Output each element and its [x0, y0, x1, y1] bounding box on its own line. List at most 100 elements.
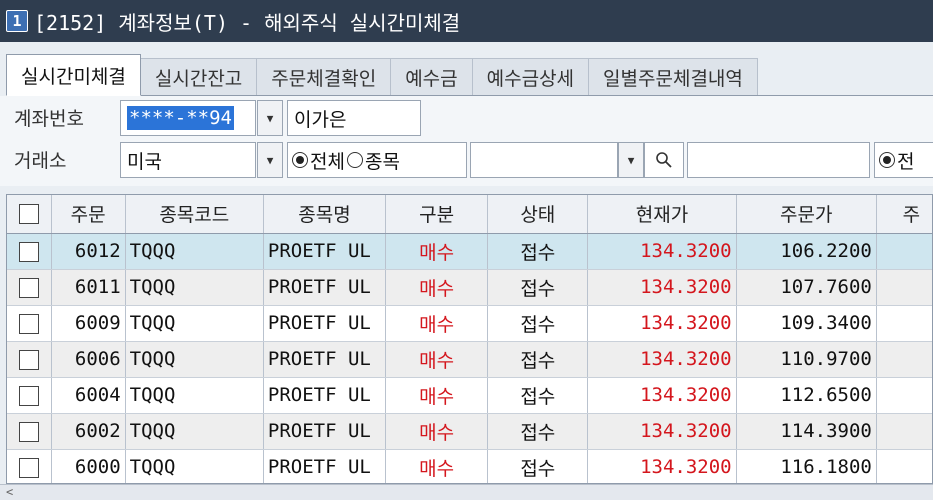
cell-order-price: 114.3900 [736, 413, 877, 450]
cell-order-no: 6009 [51, 305, 126, 342]
cell-more [876, 413, 932, 450]
cell-order-no: 6011 [51, 269, 126, 306]
radio-dot-checked [879, 152, 895, 168]
window-title: [2152] 계좌정보(T) - 해외주식 실시간미체결 [34, 10, 461, 35]
row-checkbox-cell [7, 377, 52, 414]
table-row[interactable]: 6011 TQQQ PROETF UL 매수 접수 134.3200 107.7600 [7, 269, 932, 306]
row-checkbox[interactable] [18, 385, 39, 406]
radio-all[interactable]: 전체 [292, 147, 345, 174]
col-header-order[interactable]: 주문 [51, 195, 126, 234]
window-number-badge: 1 [6, 10, 28, 32]
cell-current-price: 134.3200 [587, 233, 737, 270]
select-all-checkbox-cell[interactable] [7, 195, 52, 234]
row-checkbox[interactable] [18, 277, 39, 298]
chevron-down-icon[interactable]: ▼ [618, 142, 644, 178]
cell-stock-code: TQQQ [125, 269, 264, 306]
table-row[interactable]: 6004 TQQQ PROETF UL 매수 접수 134.3200 112.6500 [7, 377, 932, 414]
cell-order-no: 6002 [51, 413, 126, 450]
cell-stock-name: PROETF UL [263, 341, 387, 378]
stock-code-input[interactable] [470, 142, 618, 178]
cell-current-price: 134.3200 [587, 377, 737, 414]
cell-side: 매수 [385, 233, 489, 270]
table-row[interactable]: 6009 TQQQ PROETF UL 매수 접수 134.3200 109.3400 [7, 305, 932, 342]
cell-more [876, 233, 932, 270]
cell-more [876, 269, 932, 306]
col-header-order-price[interactable]: 주문가 [736, 195, 877, 234]
col-header-status[interactable]: 상태 [487, 195, 589, 234]
cell-status: 접수 [487, 305, 589, 342]
radio-right-all[interactable]: 전 [879, 147, 914, 174]
row-checkbox[interactable] [18, 349, 39, 370]
cell-order-price: 110.9700 [736, 341, 877, 378]
cell-current-price: 134.3200 [587, 449, 737, 483]
radio-all-label: 전체 [310, 150, 345, 173]
horizontal-scrollbar[interactable]: < [0, 484, 933, 500]
row-checkbox[interactable] [18, 421, 39, 442]
cell-more [876, 305, 932, 342]
cell-stock-name: PROETF UL [263, 233, 387, 270]
cell-order-no: 6004 [51, 377, 126, 414]
row-checkbox-cell [7, 413, 52, 450]
cell-stock-code: TQQQ [125, 449, 264, 483]
cell-stock-code: TQQQ [125, 413, 264, 450]
cell-stock-name: PROETF UL [263, 305, 387, 342]
scroll-left-arrow-icon[interactable]: < [6, 485, 13, 499]
cell-order-price: 107.7600 [736, 269, 877, 306]
row-checkbox-cell [7, 341, 52, 378]
cell-current-price: 134.3200 [587, 305, 737, 342]
exchange-select[interactable]: 미국 [120, 142, 256, 178]
cell-order-price: 109.3400 [736, 305, 877, 342]
tab-realtime-unfilled[interactable]: 실시간미체결 [6, 54, 141, 96]
grid-header-row: 주문 종목코드 종목명 구분 상태 현재가 주문가 주 [7, 195, 932, 234]
chevron-down-icon[interactable]: ▼ [257, 142, 283, 178]
table-row[interactable]: 6000 TQQQ PROETF UL 매수 접수 134.3200 116.1800 [7, 449, 932, 483]
table-row[interactable]: 6002 TQQQ PROETF UL 매수 접수 134.3200 114.3900 [7, 413, 932, 450]
cell-stock-code: TQQQ [125, 341, 264, 378]
col-header-code[interactable]: 종목코드 [125, 195, 264, 234]
tab-deposit-detail[interactable]: 예수금상세 [471, 58, 590, 96]
unfilled-orders-grid: 주문 종목코드 종목명 구분 상태 현재가 주문가 주 6012 TQQQ PROE… [6, 194, 933, 484]
cell-order-no: 6012 [51, 233, 126, 270]
radio-dot-checked [292, 152, 308, 168]
radio-right-label: 전 [897, 150, 915, 173]
account-name-field: 이가은 [287, 100, 421, 136]
exchange-label: 거래소 [14, 150, 67, 172]
col-header-more[interactable]: 주 [876, 195, 932, 234]
cell-current-price: 134.3200 [587, 341, 737, 378]
cell-side: 매수 [385, 269, 489, 306]
select-all-checkbox[interactable] [18, 204, 39, 225]
row-checkbox[interactable] [18, 313, 39, 334]
cell-side: 매수 [385, 413, 489, 450]
col-header-side[interactable]: 구분 [385, 195, 489, 234]
row-checkbox[interactable] [18, 241, 39, 262]
cell-side: 매수 [385, 377, 489, 414]
cell-status: 접수 [487, 413, 589, 450]
tab-realtime-balance[interactable]: 실시간잔고 [139, 58, 258, 96]
cell-more [876, 449, 932, 483]
tab-bar: 실시간미체결 실시간잔고 주문체결확인 예수금 예수금상세 일별주문체결내역 [0, 42, 933, 96]
row-checkbox[interactable] [18, 457, 39, 478]
tab-deposit[interactable]: 예수금 [390, 58, 473, 96]
search-icon[interactable] [644, 142, 684, 178]
stock-filter-radio-group: 전체 종목 [287, 142, 467, 178]
table-row[interactable]: 6006 TQQQ PROETF UL 매수 접수 134.3200 110.9700 [7, 341, 932, 378]
account-number-select[interactable]: ****-**94 [120, 100, 256, 136]
cell-order-no: 6000 [51, 449, 126, 483]
cell-status: 접수 [487, 233, 589, 270]
cell-order-price: 116.1800 [736, 449, 877, 483]
radio-item[interactable]: 종목 [346, 147, 400, 174]
col-header-price[interactable]: 현재가 [587, 195, 737, 234]
table-row[interactable]: 6012 TQQQ PROETF UL 매수 접수 134.3200 106.2200 [7, 233, 932, 270]
tab-order-confirm[interactable]: 주문체결확인 [256, 58, 392, 96]
radio-item-label: 종목 [364, 150, 400, 173]
cell-side: 매수 [385, 305, 489, 342]
tab-daily-orders[interactable]: 일별주문체결내역 [588, 58, 758, 96]
row-checkbox-cell [7, 449, 52, 483]
chevron-down-icon[interactable]: ▼ [257, 100, 283, 136]
cell-status: 접수 [487, 269, 589, 306]
cell-side: 매수 [385, 449, 489, 483]
cell-order-price: 106.2200 [736, 233, 877, 270]
col-header-name[interactable]: 종목명 [263, 195, 387, 234]
cell-stock-name: PROETF UL [263, 377, 387, 414]
cell-stock-name: PROETF UL [263, 413, 387, 450]
